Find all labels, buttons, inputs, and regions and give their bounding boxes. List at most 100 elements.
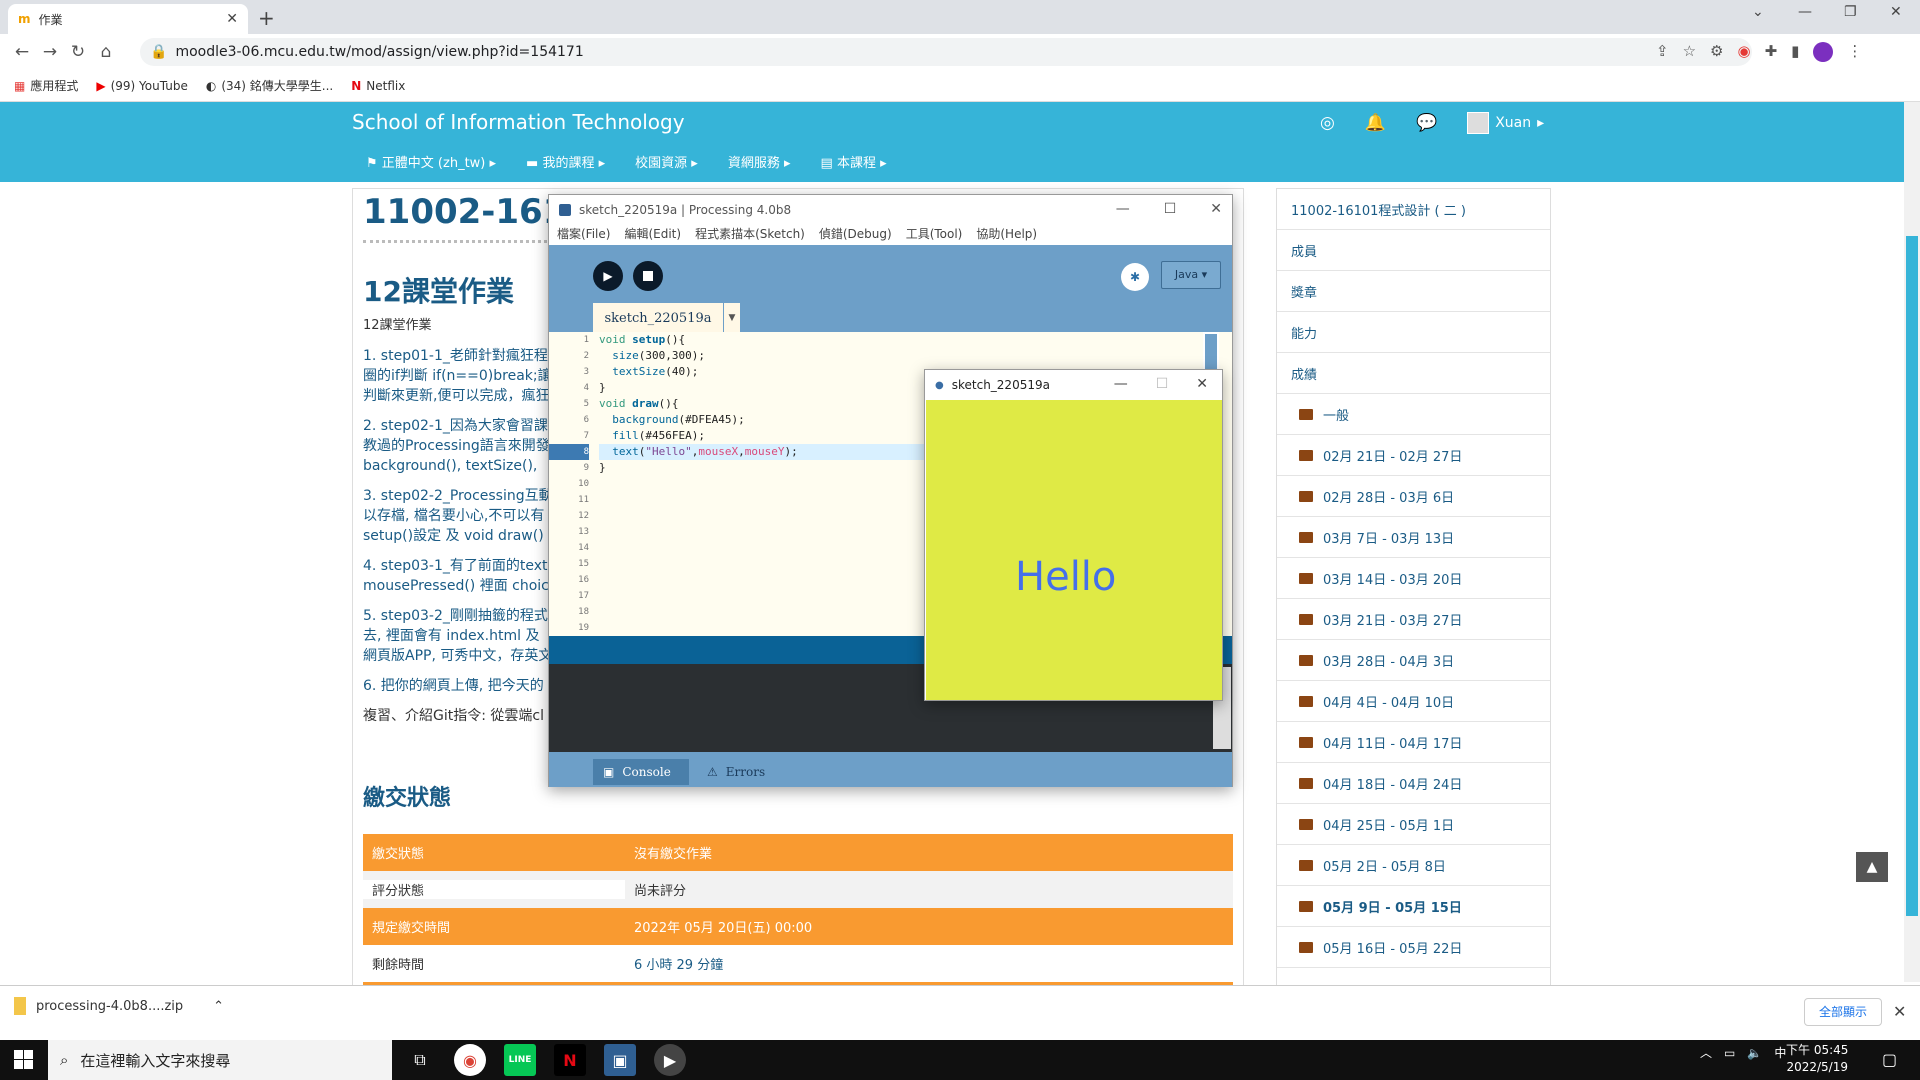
chrome-icon[interactable]: ◉	[454, 1044, 486, 1076]
processing-icon[interactable]: ▣	[604, 1044, 636, 1076]
minimize-icon[interactable]: —	[1116, 201, 1130, 217]
taskbar-search[interactable]: ⌕ 在這裡輸入文字來搜尋	[48, 1040, 392, 1080]
sidebar-item-badges[interactable]: 獎章	[1277, 271, 1550, 312]
editor-scrollbar-thumb[interactable]	[1205, 334, 1217, 374]
debug-button[interactable]: ✱	[1121, 263, 1149, 291]
sidebar-section[interactable]: 02月 21日 - 02月 27日	[1277, 435, 1550, 476]
menu-tool[interactable]: 工具(Tool)	[906, 225, 963, 245]
nav-services[interactable]: 資網服務 ▸	[728, 152, 791, 171]
show-all-button[interactable]: 全部顯示	[1804, 998, 1882, 1026]
close-window-icon[interactable]: ✕	[1890, 4, 1902, 20]
bookmark-youtube[interactable]: ▶ (99) YouTube	[96, 79, 187, 93]
mode-selector[interactable]: Java ▾	[1161, 261, 1221, 289]
errors-tab[interactable]: ⚠ Errors	[707, 759, 765, 785]
sidebar-section[interactable]: 03月 21日 - 03月 27日	[1277, 599, 1550, 640]
sidebar-item-competencies[interactable]: 能力	[1277, 312, 1550, 353]
folder-icon	[1299, 941, 1313, 953]
console-tab[interactable]: ▣ Console	[593, 759, 689, 785]
processing-menubar: 檔案(File) 編輯(Edit) 程式素描本(Sketch) 偵錯(Debug…	[549, 225, 1232, 245]
bookmark-star-icon[interactable]: ☆	[1683, 42, 1696, 62]
close-tab-icon[interactable]: ✕	[226, 11, 238, 27]
lifebuoy-icon[interactable]: ◎	[1320, 113, 1335, 133]
menu-sketch[interactable]: 程式素描本(Sketch)	[695, 225, 805, 245]
netflix-icon[interactable]: N	[554, 1044, 586, 1076]
minimize-icon[interactable]: —	[1114, 376, 1128, 392]
line-icon[interactable]: LINE	[504, 1044, 536, 1076]
tab-search-icon[interactable]: ⌄	[1752, 4, 1764, 20]
menu-help[interactable]: 協助(Help)	[976, 225, 1037, 245]
minimize-icon[interactable]: —	[1798, 4, 1812, 20]
menu-debug[interactable]: 偵錯(Debug)	[819, 225, 892, 245]
reload-icon[interactable]: ↻	[64, 42, 92, 62]
sidebar-section-current[interactable]: 05月 9日 - 05月 15日	[1277, 886, 1550, 927]
address-bar[interactable]: 🔒 moodle3-06.mcu.edu.tw/mod/assign/view.…	[140, 38, 1752, 66]
nav-my-courses[interactable]: ▬ 我的課程 ▸	[526, 152, 605, 171]
sidebar-section[interactable]: 04月 4日 - 04月 10日	[1277, 681, 1550, 722]
close-download-bar-icon[interactable]: ✕	[1893, 1002, 1906, 1021]
chat-icon[interactable]: 💬	[1416, 113, 1437, 133]
sidebar-section[interactable]: 一般	[1277, 394, 1550, 435]
chevron-up-icon[interactable]: ⌃	[213, 999, 224, 1014]
show-hidden-icons[interactable]: ︿	[1700, 1044, 1712, 1061]
start-button[interactable]	[14, 1050, 34, 1070]
sidepanel-icon[interactable]: ▮	[1791, 42, 1799, 62]
battery-icon[interactable]: ▭	[1724, 1046, 1735, 1060]
forward-icon[interactable]: →	[36, 42, 64, 62]
user-menu[interactable]: Xuan ▸	[1467, 112, 1544, 134]
share-icon[interactable]: ⇪	[1656, 42, 1669, 62]
close-icon[interactable]: ✕	[1210, 201, 1222, 217]
menu-edit[interactable]: 編輯(Edit)	[624, 225, 681, 245]
notification-icon[interactable]: ▢	[1882, 1050, 1897, 1069]
maximize-icon[interactable]: ☐	[1164, 201, 1177, 217]
nav-campus[interactable]: 校園資源 ▸	[635, 152, 698, 171]
bookmark-netflix[interactable]: N Netflix	[351, 79, 405, 93]
sidebar-section[interactable]: 04月 18日 - 04月 24日	[1277, 763, 1550, 804]
sketch-canvas[interactable]: Hello	[926, 400, 1222, 700]
sidebar-section[interactable]: 04月 25日 - 05月 1日	[1277, 804, 1550, 845]
ime-indicator[interactable]: 中	[1774, 1044, 1786, 1061]
sidebar-section[interactable]: 03月 14日 - 03月 20日	[1277, 558, 1550, 599]
menu-icon[interactable]: ⋮	[1847, 42, 1862, 62]
home-icon[interactable]: ⌂	[92, 42, 120, 62]
sidebar-section[interactable]: 03月 28日 - 04月 3日	[1277, 640, 1550, 681]
sidebar-item-members[interactable]: 成員	[1277, 230, 1550, 271]
close-icon[interactable]: ✕	[1196, 376, 1208, 392]
restore-icon[interactable]: ❐	[1844, 4, 1857, 20]
sidebar-section[interactable]: 04月 11日 - 04月 17日	[1277, 722, 1550, 763]
processing-sketch-icon[interactable]: ▶	[654, 1044, 686, 1076]
browser-tab[interactable]: m 作業 ✕	[8, 4, 248, 34]
back-icon[interactable]: ←	[8, 42, 36, 62]
bell-icon[interactable]: 🔔	[1365, 113, 1386, 133]
puzzle-icon[interactable]: ✚	[1765, 42, 1778, 62]
page-scrollbar-thumb[interactable]	[1906, 236, 1918, 916]
new-tab-icon[interactable]: +	[258, 6, 275, 30]
profile-avatar[interactable]	[1813, 42, 1834, 62]
task-view-icon[interactable]: ⧉	[404, 1044, 436, 1076]
nav-language[interactable]: ⚑ 正體中文 (zh_tw) ▸	[366, 152, 496, 171]
download-item[interactable]: processing-4.0b8....zip ⌃	[14, 997, 224, 1015]
sidebar-item-grades[interactable]: 成績	[1277, 353, 1550, 394]
assignment-intro: 12課堂作業	[363, 318, 432, 333]
scroll-to-top-button[interactable]: ▲	[1856, 852, 1888, 882]
sidebar-section[interactable]: 05月 16日 - 05月 22日	[1277, 927, 1550, 968]
extension-icon[interactable]: ⚙	[1710, 42, 1723, 62]
opera-icon[interactable]: ◉	[1737, 42, 1750, 62]
tab-menu-arrow-icon[interactable]: ▼	[724, 303, 740, 333]
menu-file[interactable]: 檔案(File)	[557, 225, 610, 245]
sidebar-section[interactable]: 03月 7日 - 03月 13日	[1277, 517, 1550, 558]
site-name[interactable]: School of Information Technology	[352, 110, 685, 134]
run-button[interactable]: ▶	[593, 261, 623, 291]
sidebar-section[interactable]: 02月 28日 - 03月 6日	[1277, 476, 1550, 517]
clock[interactable]: 下午 05:45 2022/5/19	[1786, 1042, 1848, 1076]
volume-icon[interactable]: 🔈	[1747, 1046, 1762, 1060]
nav-this-course[interactable]: ▤ 本課程 ▸	[821, 152, 887, 171]
bookmark-mcu[interactable]: ◐ (34) 銘傳大學學生...	[206, 77, 333, 94]
stop-button[interactable]	[633, 261, 663, 291]
sidebar-item-course[interactable]: 11002-16101程式設計 ( 二 )	[1277, 189, 1550, 230]
search-icon: ⌕	[60, 1051, 69, 1069]
bookmark-apps[interactable]: ▦ 應用程式	[14, 77, 78, 94]
paragraph-2: 2. step02-1_因為大家會習課 教過的Processing語言來開發 b…	[363, 418, 550, 474]
sketch-tab[interactable]: sketch_220519a	[593, 303, 723, 333]
stop-icon	[643, 271, 653, 281]
sidebar-section[interactable]: 05月 2日 - 05月 8日	[1277, 845, 1550, 886]
